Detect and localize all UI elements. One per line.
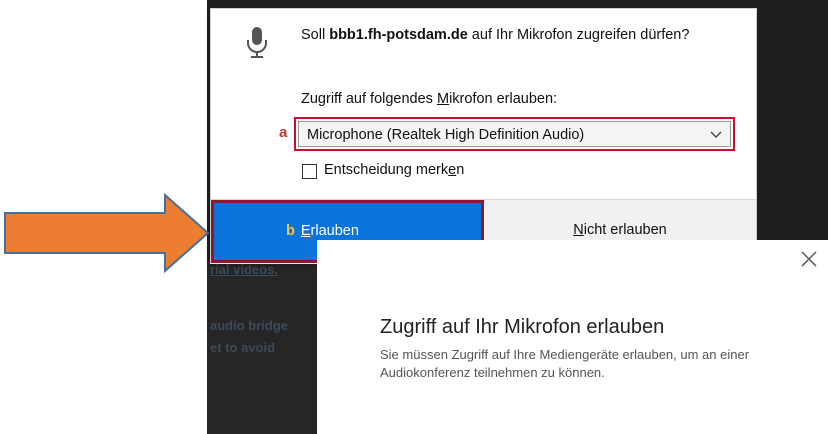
- modal-description: Sie müssen Zugriff auf Ihre Mediengeräte…: [380, 347, 750, 380]
- label-accesskey: e: [448, 162, 457, 178]
- remember-label[interactable]: Entscheidung merken: [324, 162, 464, 178]
- annotation-marker-a: a: [279, 124, 288, 141]
- label-part: icht erlauben: [583, 222, 667, 238]
- question-suffix: auf Ihr Mikrofon zugreifen dürfen?: [467, 27, 690, 43]
- select-box[interactable]: Microphone (Realtek High Definition Audi…: [298, 121, 731, 147]
- label-part: Entscheidung merk: [324, 162, 449, 178]
- chevron-down-icon[interactable]: [710, 131, 722, 139]
- close-icon[interactable]: [800, 250, 818, 268]
- arrow-right-icon: [4, 193, 210, 273]
- deny-button-label: Nicht erlauben: [484, 222, 756, 238]
- label-part: ikrofon erlauben:: [449, 91, 558, 107]
- allow-button-label: b Erlauben: [286, 223, 359, 239]
- remember-checkbox[interactable]: [302, 164, 317, 179]
- microphone-select[interactable]: Microphone (Realtek High Definition Audi…: [294, 117, 735, 151]
- device-select-label: Zugriff auf folgendes Mikrofon erlauben:: [301, 91, 557, 107]
- background-text-line2: et to avoid: [210, 340, 276, 355]
- selected-device: Microphone (Realtek High Definition Audi…: [307, 127, 585, 143]
- permission-question: Soll bbb1.fh-potsdam.de auf Ihr Mikrofon…: [301, 25, 731, 46]
- permission-popup: Soll bbb1.fh-potsdam.de auf Ihr Mikrofon…: [210, 8, 757, 264]
- microphone-icon: [247, 27, 267, 58]
- question-prefix: Soll: [301, 27, 330, 43]
- site-host: bbb1.fh-potsdam.de: [329, 27, 468, 43]
- background-text-line1: audio bridge: [210, 318, 288, 333]
- label-accesskey: M: [436, 91, 450, 107]
- modal-title: Zugriff auf Ihr Mikrofon erlauben: [380, 316, 665, 338]
- label-accesskey: N: [573, 222, 584, 238]
- annotation-marker-b: b: [286, 223, 295, 239]
- background-link[interactable]: rial videos.: [210, 262, 278, 277]
- label-part: Zugriff auf folgendes: [301, 91, 437, 107]
- label-accesskey: E: [300, 223, 311, 239]
- audio-permission-modal: Zugriff auf Ihr Mikrofon erlauben Sie mü…: [317, 240, 828, 434]
- label-part: rlauben: [310, 223, 359, 239]
- label-part: n: [456, 162, 465, 178]
